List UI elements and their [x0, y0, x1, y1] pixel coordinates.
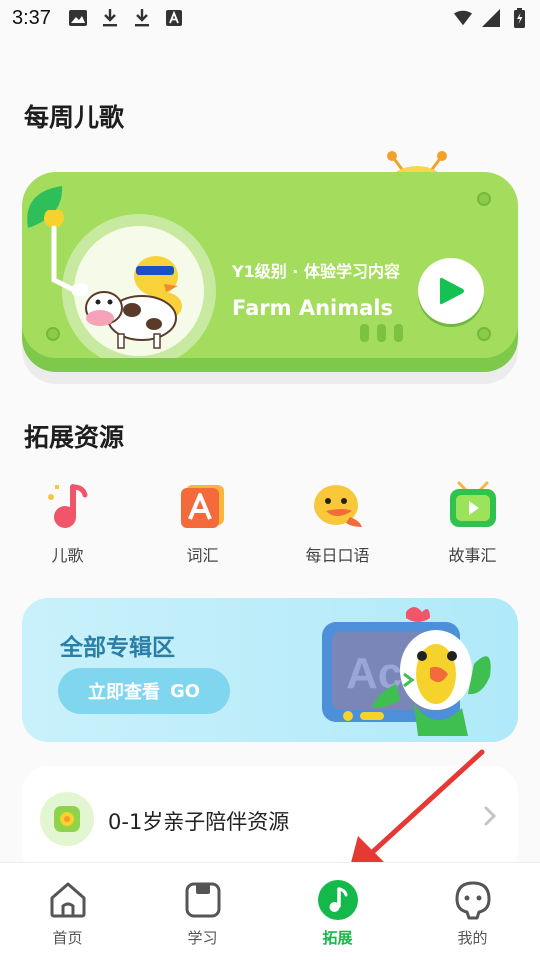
- play-button[interactable]: [418, 258, 484, 324]
- tv-play-icon: [445, 478, 501, 534]
- parent-child-resources-card[interactable]: 0-1岁亲子陪伴资源: [22, 766, 518, 876]
- wifi-icon: [454, 9, 472, 27]
- resources-grid: 儿歌 词汇 每日口语 故事汇: [0, 478, 540, 566]
- nav-explore-label: 拓展: [322, 929, 353, 947]
- equalizer-bars: [360, 324, 403, 342]
- music-note-icon: [40, 478, 96, 534]
- study-book-icon: [182, 879, 224, 921]
- duck-speaking-icon: [310, 478, 366, 534]
- nav-learn[interactable]: 学习: [135, 863, 270, 960]
- resource-daily-speaking-label: 每日口语: [305, 546, 370, 565]
- bottom-navigation: 首页 学习 拓展 我的: [0, 862, 540, 960]
- signal-icon: [482, 9, 500, 27]
- status-time: 3:37: [12, 6, 51, 29]
- view-now-button[interactable]: 立即查看 GO: [58, 668, 230, 714]
- resource-songs[interactable]: 儿歌: [0, 478, 135, 566]
- download-icon: [101, 9, 119, 27]
- nav-learn-label: 学习: [187, 929, 218, 947]
- flower-icon: [40, 792, 94, 846]
- music-note-icon: [317, 879, 359, 921]
- nav-explore[interactable]: 拓展: [270, 863, 405, 960]
- image-notification-icon: [68, 9, 87, 27]
- resources-title: 拓展资源: [24, 423, 125, 452]
- nav-profile-label: 我的: [457, 929, 488, 947]
- song-title: Farm Animals: [232, 296, 393, 320]
- tonearm-icon: [44, 210, 88, 296]
- view-now-label: 立即查看: [87, 682, 160, 703]
- screw-decoration: [46, 327, 60, 341]
- parrot-mascot-illustration: Ac: [322, 607, 491, 736]
- resource-stories[interactable]: 故事汇: [405, 478, 540, 566]
- weekly-song-card[interactable]: Y1级别 · 体验学习内容 Farm Animals: [22, 150, 518, 385]
- resource-daily-speaking[interactable]: 每日口语: [270, 478, 405, 566]
- battery-charging-icon: [510, 8, 528, 28]
- screw-decoration: [477, 192, 491, 206]
- resource-vocabulary[interactable]: 词汇: [135, 478, 270, 566]
- parent-child-resources-label: 0-1岁亲子陪伴资源: [108, 810, 290, 834]
- text-app-icon: [165, 9, 183, 27]
- go-label: GO: [169, 680, 201, 702]
- profile-face-icon: [452, 879, 494, 921]
- download-icon: [133, 9, 151, 27]
- chevron-right-icon: [484, 806, 497, 832]
- weekly-songs-title: 每周儿歌: [24, 103, 125, 132]
- screw-decoration: [477, 327, 491, 341]
- nav-profile[interactable]: 我的: [405, 863, 540, 960]
- resource-vocabulary-label: 词汇: [186, 546, 219, 565]
- status-bar: 3:37: [0, 0, 540, 36]
- nav-home-label: 首页: [52, 929, 83, 947]
- vocabulary-card-icon: [175, 478, 231, 534]
- song-card-face: Y1级别 · 体验学习内容 Farm Animals: [22, 172, 518, 358]
- play-icon: [440, 277, 464, 305]
- resource-songs-label: 儿歌: [51, 546, 84, 565]
- song-level-subtitle: Y1级别 · 体验学习内容: [232, 262, 400, 281]
- resource-stories-label: 故事汇: [448, 546, 497, 565]
- home-icon: [47, 879, 89, 921]
- nav-home[interactable]: 首页: [0, 863, 135, 960]
- album-banner-title: 全部专辑区: [60, 635, 175, 661]
- album-banner[interactable]: 全部专辑区 立即查看 GO Ac: [22, 598, 518, 742]
